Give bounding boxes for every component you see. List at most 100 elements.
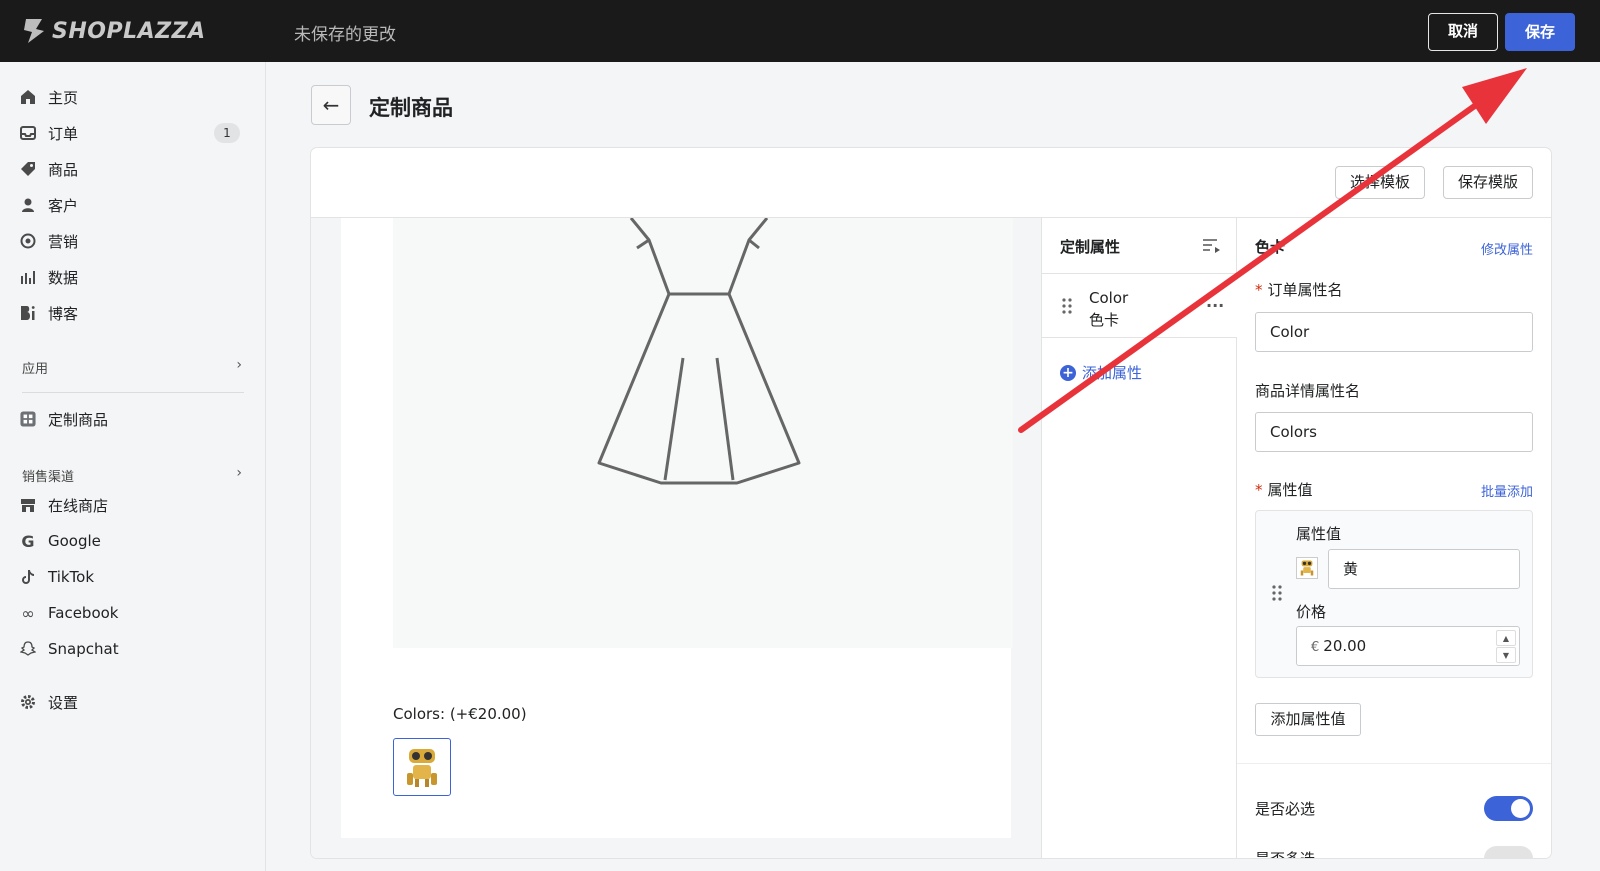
colors-label-text: Colors: [393, 705, 446, 723]
plus-circle-icon: + [1060, 364, 1076, 381]
top-bar: SHOPLAZZA 未保存的更改 取消 保存 [0, 0, 1600, 62]
sidebar-item-products[interactable]: 商品 [20, 154, 240, 184]
sidebar-item-marketing[interactable]: 营销 [20, 226, 240, 256]
sidebar-item-snapchat[interactable]: Snapchat [20, 634, 240, 664]
card-toolbar: 选择模板 保存模版 [311, 148, 1551, 218]
color-swatch-yellow[interactable] [393, 738, 451, 796]
dress-illustration [597, 217, 801, 485]
add-attribute-label: 添加属性 [1082, 364, 1143, 382]
save-button[interactable]: 保存 [1505, 13, 1575, 51]
apps-section-header[interactable]: 应用 › [22, 357, 242, 377]
attribute-value-item: 属性值 黄 价格 €20.00 ▲ ▼ [1255, 510, 1533, 678]
chevron-right-icon: › [236, 465, 242, 481]
price-input[interactable]: €20.00 ▲ ▼ [1296, 626, 1520, 666]
orders-count-badge: 1 [214, 123, 240, 143]
colors-label: Colors: (+€20.00) [393, 705, 527, 723]
attribute-name-text: Color [1089, 289, 1129, 307]
value-input[interactable]: 黄 [1328, 549, 1520, 589]
values-label-text: 属性值 [1267, 481, 1313, 499]
preview-area: Colors: (+€20.00) [311, 217, 1041, 858]
required-toggle[interactable] [1484, 796, 1533, 821]
sidebar-item-label: 在线商店 [48, 496, 109, 515]
robot-thumbnail-icon [1300, 560, 1314, 576]
home-icon [20, 89, 36, 105]
edit-attribute-link[interactable]: 修改属性 [1481, 239, 1533, 258]
sidebar-item-label: Snapchat [48, 640, 119, 658]
sidebar-item-label: 营销 [48, 232, 79, 251]
save-template-button[interactable]: 保存模版 [1443, 166, 1533, 199]
sidebar-item-customers[interactable]: 客户 [20, 190, 240, 220]
sidebar-item-orders[interactable]: 订单 1 [20, 118, 240, 148]
sidebar: 主页 订单 1 商品 客户 营销 数据 博客 应用 › 定制商品 销售渠道 › … [0, 62, 266, 871]
sidebar-item-label: 定制商品 [48, 410, 109, 429]
choose-template-button[interactable]: 选择模板 [1335, 166, 1425, 199]
attribute-row-color[interactable]: Color 色卡 ··· [1042, 274, 1238, 338]
drag-handle-icon[interactable] [1062, 298, 1072, 318]
shoplazza-logo[interactable]: SHOPLAZZA [22, 16, 206, 46]
sales-channels-header[interactable]: 销售渠道 › [22, 465, 242, 485]
add-attribute-button[interactable]: + 添加属性 [1060, 362, 1142, 383]
tiktok-icon [20, 569, 36, 585]
currency-symbol: € [1311, 640, 1320, 655]
add-value-button[interactable]: 添加属性值 [1255, 703, 1361, 736]
arrow-left-icon: ← [322, 93, 340, 117]
sidebar-item-label: Google [48, 532, 101, 550]
sidebar-item-label: 数据 [48, 268, 79, 287]
sidebar-item-facebook[interactable]: ∞ Facebook [20, 598, 240, 628]
stepper-down-icon[interactable]: ▼ [1496, 647, 1516, 663]
sidebar-item-label: 商品 [48, 160, 79, 179]
target-icon [20, 233, 36, 249]
sidebar-item-label: 主页 [48, 88, 79, 107]
order-attr-input[interactable]: Color [1255, 312, 1533, 352]
price-label: 价格 [1296, 603, 1327, 621]
sidebar-item-label: 订单 [48, 124, 79, 143]
sidebar-item-analytics[interactable]: 数据 [20, 262, 240, 292]
drag-handle-icon[interactable] [1272, 585, 1282, 605]
sidebar-item-label: TikTok [48, 568, 95, 586]
sidebar-item-online-store[interactable]: 在线商店 [20, 490, 240, 520]
multi-select-toggle[interactable] [1484, 846, 1533, 858]
cancel-button[interactable]: 取消 [1428, 13, 1498, 51]
sidebar-item-settings[interactable]: 设置 [20, 687, 240, 717]
bar-chart-icon [20, 269, 36, 285]
back-button[interactable]: ← [311, 85, 351, 125]
stepper-up-icon[interactable]: ▲ [1496, 630, 1516, 646]
logo-text: SHOPLAZZA [52, 18, 206, 44]
bulk-add-link[interactable]: 批量添加 [1481, 481, 1533, 500]
attributes-header-label: 定制属性 [1060, 238, 1121, 256]
attributes-column: 定制属性 Color 色卡 ··· + 添加属性 [1041, 218, 1238, 858]
apps-header-label: 应用 [22, 362, 49, 377]
logo-icon [24, 19, 44, 43]
attribute-name: Color 色卡 [1089, 287, 1128, 331]
colors-price-text: (+€20.00) [449, 705, 527, 723]
order-attr-label-text: 订单属性名 [1267, 281, 1343, 299]
attribute-type-text: 色卡 [1089, 311, 1120, 329]
google-icon: G [21, 531, 35, 551]
sidebar-item-blog[interactable]: 博客 [20, 298, 240, 328]
preview-panel: Colors: (+€20.00) [341, 217, 1013, 838]
property-type-label: 色卡 [1255, 238, 1286, 256]
robot-swatch-icon [407, 749, 437, 787]
channels-header-label: 销售渠道 [22, 470, 75, 485]
sidebar-item-tiktok[interactable]: TikTok [20, 562, 240, 592]
meta-icon: ∞ [21, 603, 35, 623]
multi-select-label: 是否多选 [1255, 848, 1315, 858]
sidebar-item-label: 设置 [48, 693, 79, 712]
divider [22, 392, 244, 393]
sort-list-icon[interactable] [1202, 238, 1222, 258]
editor-card: 选择模板 保存模版 Colors: (+€20.00) 定制属性 Color 色… [311, 148, 1551, 858]
person-icon [20, 197, 36, 213]
sidebar-item-label: 博客 [48, 304, 79, 323]
more-options-icon[interactable]: ··· [1206, 296, 1224, 315]
value-thumbnail[interactable] [1296, 557, 1318, 579]
sidebar-item-label: 客户 [48, 196, 79, 215]
store-icon [20, 497, 36, 513]
sidebar-item-google[interactable]: G Google [20, 526, 240, 556]
app-grid-icon [20, 411, 36, 427]
values-label: * 属性值 [1255, 481, 1313, 499]
sidebar-item-home[interactable]: 主页 [20, 82, 240, 112]
sidebar-item-custom-product[interactable]: 定制商品 [20, 404, 240, 434]
attributes-header: 定制属性 [1042, 218, 1238, 274]
unsaved-changes-label: 未保存的更改 [294, 25, 396, 45]
detail-attr-input[interactable]: Colors [1255, 412, 1533, 452]
